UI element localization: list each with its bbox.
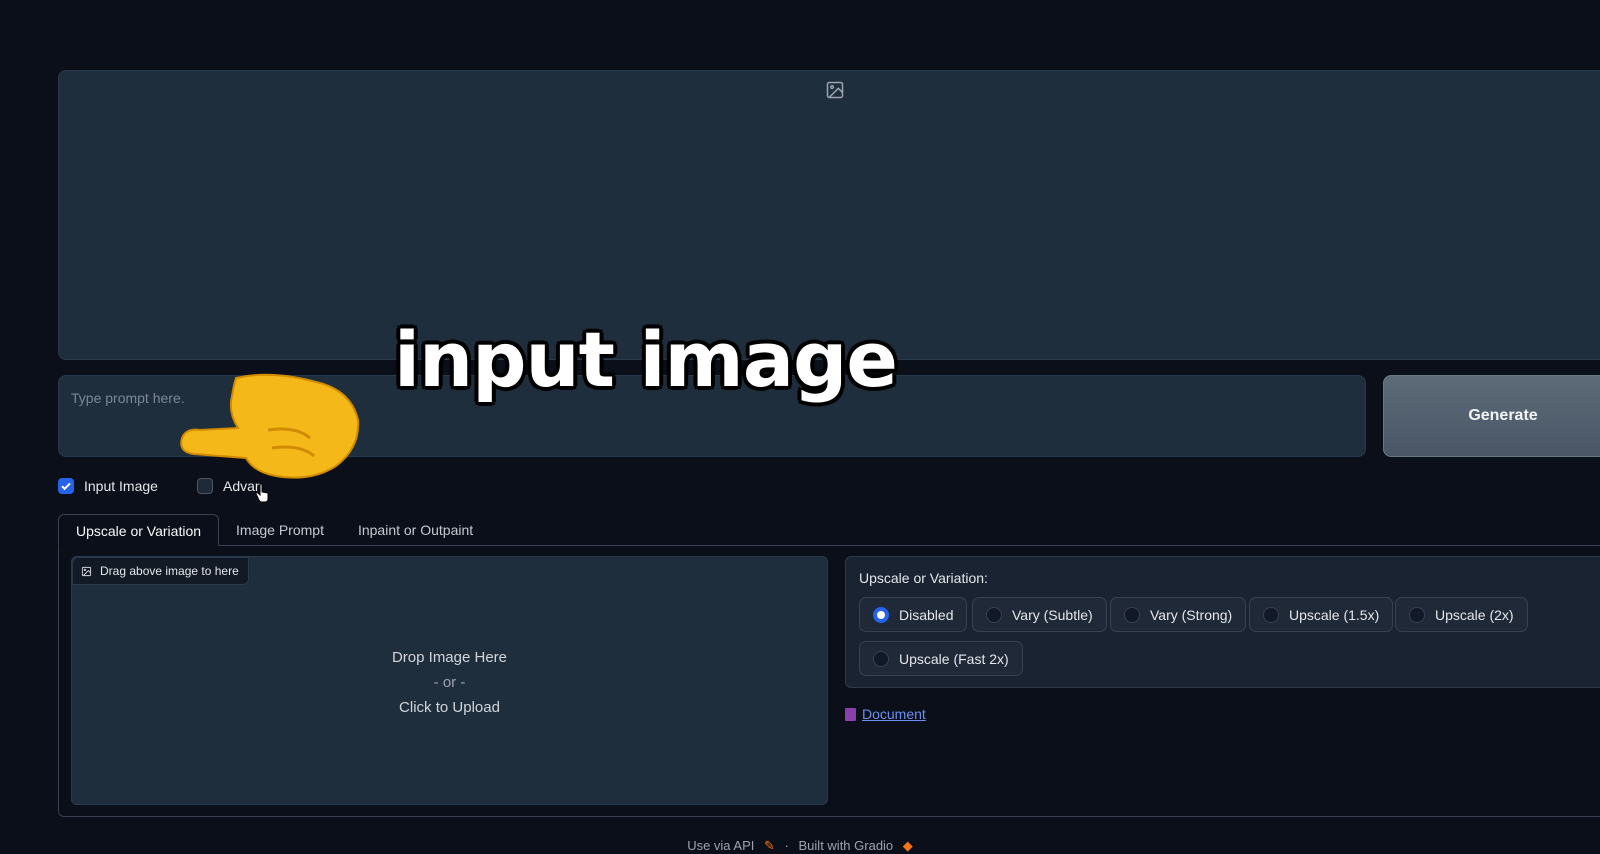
input-image-checkbox[interactable]: Input Image <box>58 478 158 494</box>
gradio-logo-icon: ◆ <box>902 838 913 853</box>
drop-line: Drop Image Here <box>391 649 508 666</box>
radio-unselected-icon[interactable] <box>986 606 1002 623</box>
pointing-hand-icon <box>180 373 360 479</box>
drop-instructions: Drop Image Here - or - Click to Upload <box>72 645 827 720</box>
radio-unselected-icon[interactable] <box>1124 606 1140 623</box>
radio-upscale-2x[interactable]: Upscale (2x) <box>1395 597 1528 632</box>
click-to-upload[interactable]: Click to Upload <box>72 695 827 720</box>
radio-label: Upscale (2x) <box>1435 606 1514 623</box>
footer-separator: · <box>784 838 789 853</box>
radio-unselected-icon[interactable] <box>1263 606 1279 623</box>
rocket-icon: ✎ <box>764 838 775 853</box>
hand-cursor-icon <box>255 483 269 503</box>
overlay-caption: input image <box>394 315 898 404</box>
document-link-text[interactable]: Document <box>862 706 926 722</box>
radio-label: Upscale (Fast 2x) <box>899 650 1009 667</box>
generate-button[interactable]: Generate <box>1383 375 1600 457</box>
radio-vary-subtle[interactable]: Vary (Subtle) <box>972 597 1107 632</box>
input-image-label: Input Image <box>84 478 158 494</box>
drag-badge: Drag above image to here <box>72 557 249 585</box>
tab-image-prompt[interactable]: Image Prompt <box>219 514 341 546</box>
document-link[interactable]: Document <box>845 706 926 722</box>
radio-disabled[interactable]: Disabled <box>859 597 968 632</box>
image-icon <box>826 81 844 99</box>
radio-label: Vary (Subtle) <box>1012 606 1093 623</box>
upscale-variation-group: Upscale or Variation: Disabled Vary (Sub… <box>845 556 1600 688</box>
tab-bar: Upscale or Variation Image Prompt Inpain… <box>58 514 490 546</box>
tab-upscale-or-variation[interactable]: Upscale or Variation <box>58 514 220 546</box>
radio-label: Upscale (1.5x) <box>1289 606 1380 623</box>
radio-label: Disabled <box>899 606 954 623</box>
radio-selected-icon[interactable] <box>873 606 889 623</box>
prompt-placeholder: Type prompt here. <box>71 390 185 406</box>
radio-unselected-icon[interactable] <box>873 650 889 667</box>
drop-or: - or - <box>433 674 466 691</box>
options-title: Upscale or Variation: <box>859 570 988 586</box>
tab-inpaint-or-outpaint[interactable]: Inpaint or Outpaint <box>341 514 490 546</box>
checkbox-checked-icon[interactable] <box>58 478 74 494</box>
use-via-api-link[interactable]: Use via API <box>687 838 754 853</box>
radio-upscale-1-5x[interactable]: Upscale (1.5x) <box>1249 597 1394 632</box>
radio-label: Vary (Strong) <box>1150 606 1233 623</box>
radio-upscale-fast-2x[interactable]: Upscale (Fast 2x) <box>859 641 1023 676</box>
image-upload-dropzone[interactable]: Drag above image to here Drop Image Here… <box>71 556 828 805</box>
radio-vary-strong[interactable]: Vary (Strong) <box>1110 597 1247 632</box>
book-icon <box>845 707 856 721</box>
image-icon <box>81 566 92 576</box>
built-with-gradio-link[interactable]: Built with Gradio <box>799 838 894 853</box>
drag-badge-text: Drag above image to here <box>100 564 239 578</box>
radio-unselected-icon[interactable] <box>1409 606 1425 623</box>
